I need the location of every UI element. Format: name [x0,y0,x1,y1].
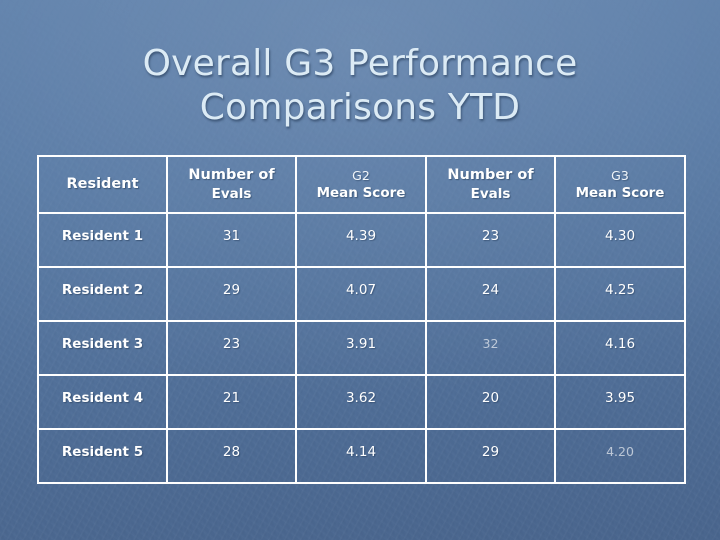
column-header-g2-evals: Number of Evals [166,155,297,214]
table-row: Resident 2 29 4.07 24 4.25 [37,266,686,322]
cell-g3-mean: 4.25 [554,266,686,322]
cell-g2-mean-value: 3.62 [345,389,377,406]
cell-g2-evals-value: 28 [222,443,241,460]
column-header-g3-evals-line1: Number of [447,167,534,183]
cell-g2-mean-value: 4.39 [345,227,377,244]
cell-g3-evals-value: 32 [482,336,499,351]
column-header-g2-mean: G2 Mean Score [295,155,427,214]
title-line-1: Overall G3 Performance [142,43,578,84]
cell-g3-evals: 24 [425,266,556,322]
table-row: Resident 5 28 4.14 29 4.20 [37,428,686,484]
table-header-row: Resident Number of Evals G2 Mean Score N… [37,155,686,214]
cell-g2-evals-value: 31 [222,227,241,244]
slide-canvas: Overall G3 Performance Comparisons YTD R… [0,0,720,540]
cell-resident-value: Resident 1 [61,227,144,244]
cell-g2-evals-value: 21 [222,389,241,406]
cell-g2-evals: 29 [166,266,297,322]
cell-g3-mean-value: 4.20 [606,444,634,459]
cell-g2-mean-value: 3.91 [345,335,377,352]
cell-g3-mean-value: 4.30 [604,227,636,244]
cell-g3-mean-value: 4.25 [604,281,636,298]
cell-g2-mean: 4.39 [295,212,427,268]
table-body: Resident 1 31 4.39 23 4.30 Resident 2 29 4.07 24… [37,212,686,484]
cell-g2-mean-value: 4.07 [345,281,377,298]
cell-g2-evals: 28 [166,428,297,484]
cell-g3-mean: 4.30 [554,212,686,268]
cell-g2-evals: 31 [166,212,297,268]
cell-g3-evals: 23 [425,212,556,268]
table-header: Resident Number of Evals G2 Mean Score N… [37,155,686,214]
table-row: Resident 1 31 4.39 23 4.30 [37,212,686,268]
cell-g3-evals-value: 23 [481,227,500,244]
cell-resident: Resident 2 [37,266,168,322]
cell-resident: Resident 4 [37,374,168,430]
cell-g3-mean-value: 4.16 [604,335,636,352]
cell-g3-mean: 4.16 [554,320,686,376]
column-header-resident-label: Resident [66,176,139,192]
cell-g2-mean: 3.91 [295,320,427,376]
title-line-2: Comparisons YTD [199,87,521,128]
column-header-resident: Resident [37,155,168,214]
cell-g2-mean: 4.14 [295,428,427,484]
column-header-g3-mean-line1: G3 [611,168,629,183]
cell-resident: Resident 5 [37,428,168,484]
table-row: Resident 3 23 3.91 32 4.16 [37,320,686,376]
cell-g3-evals-value: 24 [481,281,500,298]
performance-comparison-table: Resident Number of Evals G2 Mean Score N… [37,155,686,484]
cell-g3-evals: 32 [425,320,556,376]
column-header-g3-mean: G3 Mean Score [554,155,686,214]
page-title: Overall G3 Performance Comparisons YTD [40,42,680,130]
cell-resident-value: Resident 3 [61,335,144,352]
cell-g2-mean: 3.62 [295,374,427,430]
cell-g3-mean-value: 3.95 [604,389,636,406]
table-row: Resident 4 21 3.62 20 3.95 [37,374,686,430]
cell-resident-value: Resident 2 [61,281,144,298]
cell-resident-value: Resident 4 [61,389,144,406]
column-header-g3-evals-line2: Evals [470,186,511,202]
cell-resident: Resident 1 [37,212,168,268]
cell-g2-evals-value: 29 [222,281,241,298]
cell-resident: Resident 3 [37,320,168,376]
column-header-g2-mean-line1: G2 [352,168,370,183]
column-header-g2-evals-line1: Number of [188,167,275,183]
column-header-g2-mean-line2: Mean Score [316,185,406,201]
column-header-g2-evals-line2: Evals [211,186,252,202]
cell-resident-value: Resident 5 [61,443,144,460]
cell-g3-evals-value: 20 [481,389,500,406]
cell-g3-evals: 20 [425,374,556,430]
cell-g3-evals-value: 29 [481,443,500,460]
cell-g2-evals-value: 23 [222,335,241,352]
cell-g2-mean-value: 4.14 [345,443,377,460]
cell-g2-evals: 23 [166,320,297,376]
column-header-g3-evals: Number of Evals [425,155,556,214]
cell-g3-mean: 4.20 [554,428,686,484]
column-header-g3-mean-line2: Mean Score [575,185,665,201]
cell-g3-mean: 3.95 [554,374,686,430]
cell-g2-evals: 21 [166,374,297,430]
cell-g2-mean: 4.07 [295,266,427,322]
cell-g3-evals: 29 [425,428,556,484]
